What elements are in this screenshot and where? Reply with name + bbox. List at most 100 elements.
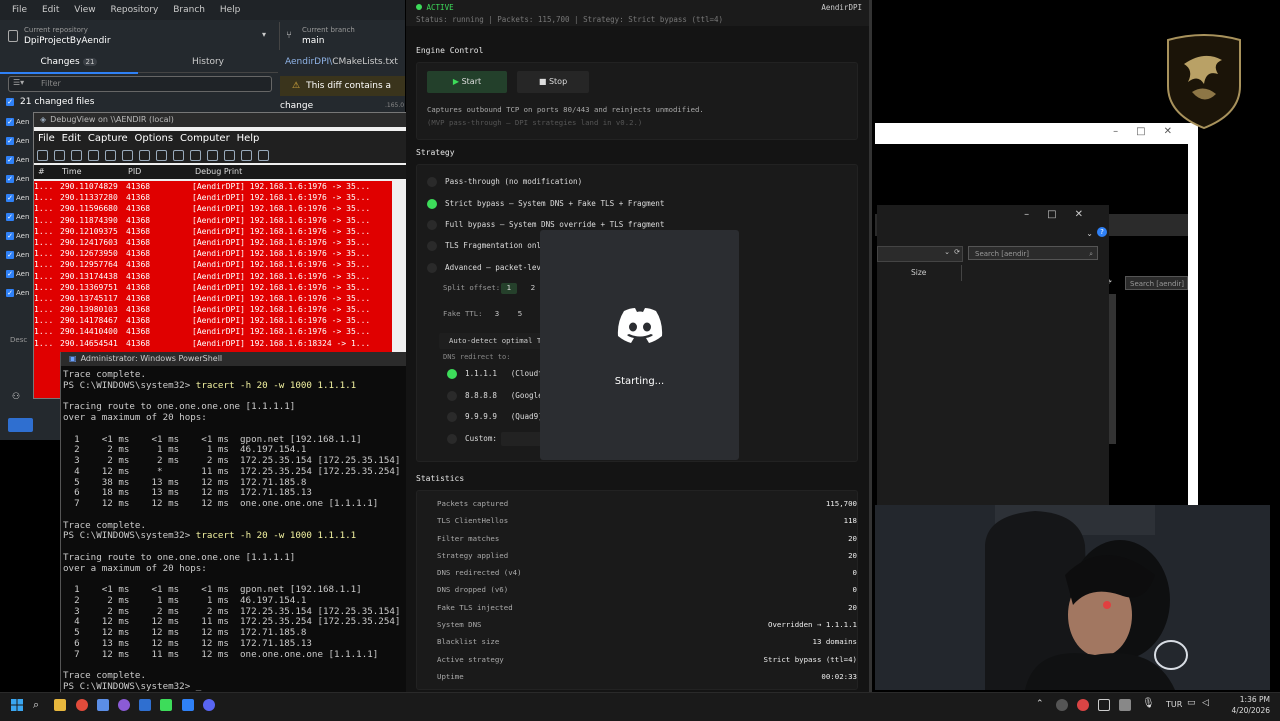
search-input[interactable]: Search [aendir]: [1125, 276, 1188, 290]
split-offset-option[interactable]: 2: [525, 283, 541, 294]
file-row[interactable]: ✓ Aen: [0, 228, 34, 244]
select-all-checkbox[interactable]: ✓: [6, 97, 14, 107]
debug-log-row[interactable]: 1... 290.12109375 41368 [AendirDPI] 192.168…: [34, 226, 392, 237]
debug-log-row[interactable]: 1... 290.11074829 41368 [AendirDPI] 192.168…: [34, 181, 392, 192]
minimize-icon[interactable]: –: [1113, 126, 1136, 137]
start-button[interactable]: ▶ Start: [427, 71, 507, 93]
refresh-icon[interactable]: ⟳: [954, 248, 960, 256]
console-prompt-line[interactable]: PS C:\WINDOWS\system32> _: [63, 681, 403, 693]
description-field[interactable]: Desc: [10, 336, 27, 344]
clear-icon[interactable]: [88, 150, 99, 161]
minimize-icon[interactable]: –: [1024, 209, 1047, 220]
history-icon[interactable]: [241, 150, 252, 161]
tray-icon[interactable]: [1056, 699, 1068, 711]
app-icon[interactable]: [97, 699, 109, 711]
tab-history[interactable]: History: [139, 54, 277, 72]
menu-help[interactable]: Help: [237, 133, 260, 144]
commit-button[interactable]: [8, 418, 33, 432]
maximize-icon[interactable]: □: [1136, 126, 1163, 137]
search-icon[interactable]: ⌕: [33, 699, 45, 711]
tray-icon[interactable]: [1077, 699, 1089, 711]
language-indicator[interactable]: TUR: [1166, 700, 1182, 709]
split-offset-option-selected[interactable]: 1: [501, 283, 517, 294]
chrome-icon[interactable]: [76, 699, 88, 711]
search-input[interactable]: Search [aendir] ⌕: [968, 246, 1098, 260]
debug-log-row[interactable]: 1... 290.14654541 41368 [AendirDPI] 192.168…: [34, 338, 392, 349]
filter-input[interactable]: ☰▾ Filter: [8, 76, 272, 92]
file-row[interactable]: ✓ Aen: [0, 285, 34, 301]
debug-log-row[interactable]: 1... 290.14410400 41368 [AendirDPI] 192.168…: [34, 326, 392, 337]
debug-log-row[interactable]: 1... 290.12673950 41368 [AendirDPI] 192.168…: [34, 248, 392, 259]
menu-view[interactable]: View: [74, 0, 95, 20]
file-row[interactable]: ✓ Aen: [0, 266, 34, 282]
menu-branch[interactable]: Branch: [173, 0, 205, 20]
highlight-icon[interactable]: [207, 150, 218, 161]
close-icon[interactable]: ✕: [1075, 209, 1101, 220]
menu-file[interactable]: File: [38, 133, 55, 144]
open-icon[interactable]: [37, 150, 48, 161]
debug-log-row[interactable]: 1... 290.13980103 41368 [AendirDPI] 192.168…: [34, 304, 392, 315]
file-explorer-icon[interactable]: [54, 699, 66, 711]
file-row[interactable]: ✓ Aen: [0, 247, 34, 263]
debug-log-row[interactable]: 1... 290.11874390 41368 [AendirDPI] 192.168…: [34, 215, 392, 226]
app-icon[interactable]: [182, 699, 194, 711]
windows-start-icon[interactable]: [11, 699, 23, 711]
chevron-down-icon[interactable]: ⌄: [1086, 229, 1093, 238]
column-number[interactable]: #: [38, 165, 45, 179]
help-icon[interactable]: ?: [1097, 227, 1107, 237]
debug-log-row[interactable]: 1... 290.14178467 41368 [AendirDPI] 192.168…: [34, 315, 392, 326]
chevron-up-icon[interactable]: ⌃: [1036, 699, 1044, 709]
new-icon[interactable]: [71, 150, 82, 161]
pause-icon[interactable]: [122, 150, 133, 161]
app-icon[interactable]: [160, 699, 172, 711]
network-icon[interactable]: [139, 150, 150, 161]
debug-log-row[interactable]: 1... 290.13369751 41368 [AendirDPI] 192.168…: [34, 282, 392, 293]
debug-log-row[interactable]: 1... 290.13174438 41368 [AendirDPI] 192.168…: [34, 271, 392, 282]
tab-changes[interactable]: Changes 21: [0, 54, 138, 74]
clock[interactable]: 1:36 PM 4/20/2026: [1224, 694, 1270, 716]
save-icon[interactable]: [54, 150, 65, 161]
fake-ttl-option[interactable]: 5: [512, 309, 528, 318]
file-row[interactable]: ✓ Aen: [0, 209, 34, 225]
menu-options[interactable]: Options: [135, 133, 174, 144]
menu-edit[interactable]: Edit: [62, 133, 81, 144]
file-row[interactable]: ✓ Aen: [0, 171, 34, 187]
autoscroll-icon[interactable]: [173, 150, 184, 161]
search-icon[interactable]: [258, 150, 269, 161]
menu-help[interactable]: Help: [220, 0, 241, 20]
capture-icon[interactable]: [105, 150, 116, 161]
file-row[interactable]: ✓ Aen: [0, 114, 34, 130]
microphone-icon[interactable]: 🎙: [1142, 698, 1155, 709]
discord-tray-icon[interactable]: [1119, 699, 1131, 711]
volume-icon[interactable]: ◁: [1202, 698, 1209, 708]
debug-log-row[interactable]: 1... 290.13745117 41368 [AendirDPI] 192.168…: [34, 293, 392, 304]
scrollbar[interactable]: [869, 0, 872, 700]
app-icon[interactable]: [118, 699, 130, 711]
stop-button[interactable]: ■ Stop: [517, 71, 589, 93]
menu-computer[interactable]: Computer: [180, 133, 230, 144]
find-icon[interactable]: [156, 150, 167, 161]
network-icon[interactable]: ▭: [1187, 698, 1196, 708]
fake-ttl-option[interactable]: 3: [489, 309, 505, 318]
debug-log-row[interactable]: 1... 290.12417603 41368 [AendirDPI] 192.168…: [34, 237, 392, 248]
column-time[interactable]: Time: [62, 165, 82, 179]
terminal-icon[interactable]: [139, 699, 151, 711]
debug-log-row[interactable]: 1... 290.11596680 41368 [AendirDPI] 192.168…: [34, 203, 392, 214]
debug-log-row[interactable]: 1... 290.12957764 41368 [AendirDPI] 192.168…: [34, 259, 392, 270]
menu-capture[interactable]: Capture: [88, 133, 128, 144]
filter-icon[interactable]: [224, 150, 235, 161]
menu-file[interactable]: File: [12, 0, 27, 20]
column-size[interactable]: Size: [911, 268, 926, 277]
discord-icon[interactable]: [203, 699, 215, 711]
debug-log-row[interactable]: 1... 290.11337280 41368 [AendirDPI] 192.168…: [34, 192, 392, 203]
tray-icon[interactable]: [1098, 699, 1110, 711]
erase-icon[interactable]: [190, 150, 201, 161]
powershell-console[interactable]: Trace complete. PS C:\WINDOWS\system32> t…: [63, 369, 403, 693]
filter-options-icon[interactable]: ☰▾: [13, 78, 24, 87]
column-debug-print[interactable]: Debug Print: [195, 165, 242, 179]
menu-edit[interactable]: Edit: [42, 0, 59, 20]
add-coauthor-icon[interactable]: ⚇: [12, 392, 20, 402]
current-repository-selector[interactable]: Current repository DpiProjectByAendir ▾: [0, 22, 278, 50]
column-pid[interactable]: PID: [128, 165, 141, 179]
maximize-icon[interactable]: □: [1047, 209, 1074, 220]
